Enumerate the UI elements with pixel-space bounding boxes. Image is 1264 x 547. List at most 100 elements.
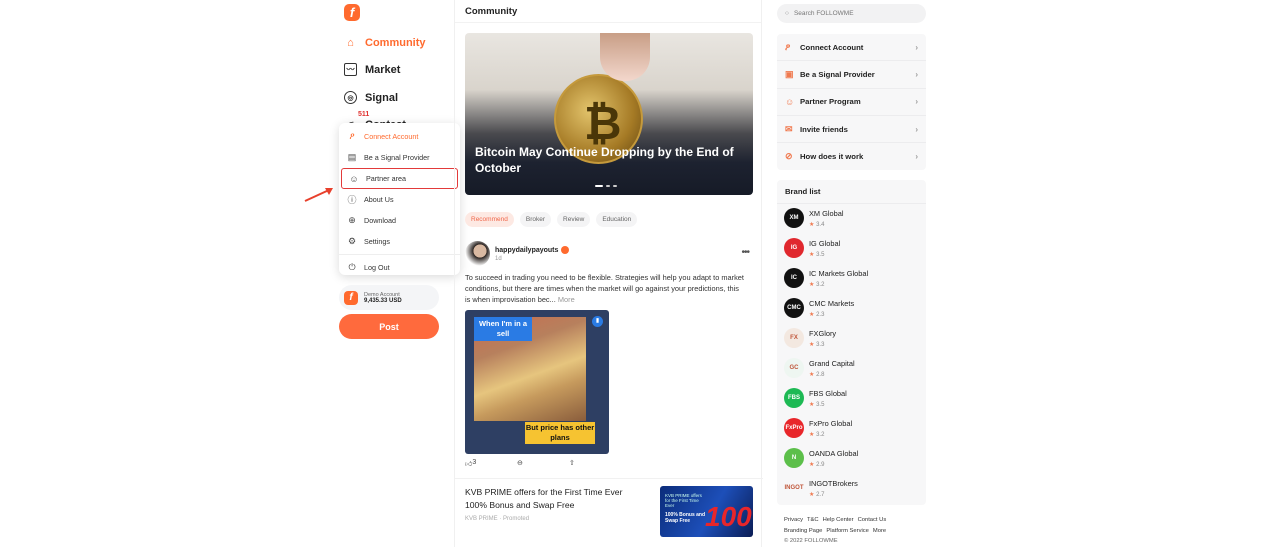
star-icon: ★ bbox=[809, 432, 815, 438]
power-icon: ⏻ bbox=[348, 262, 356, 272]
followme-logo[interactable]: f bbox=[344, 4, 360, 21]
document-icon: ▤ bbox=[347, 152, 357, 162]
footer-help-center[interactable]: Help Center bbox=[823, 517, 854, 523]
quick-link-connect-account[interactable]: ዖ Connect Account › bbox=[777, 34, 926, 62]
demo-account-balance: 9,435.33 USD bbox=[364, 297, 402, 304]
star-icon: ★ bbox=[809, 342, 815, 348]
brand-logo: FBS bbox=[784, 388, 804, 408]
menu-label: About Us bbox=[364, 195, 394, 204]
star-icon: ★ bbox=[809, 492, 815, 498]
brand-list-title: Brand list bbox=[777, 180, 926, 204]
brand-item[interactable]: FX FXGlory ★ 3.3 bbox=[777, 324, 926, 354]
brand-item[interactable]: FxPro FxPro Global ★ 3.2 bbox=[777, 414, 926, 444]
brand-item[interactable]: CMC CMC Markets ★ 2.3 bbox=[777, 294, 926, 324]
promoted-tag: Promoted bbox=[503, 516, 530, 522]
menu-label: Be a Signal Provider bbox=[364, 153, 430, 162]
footer-more[interactable]: More bbox=[873, 528, 886, 534]
post-text: To succeed in trading you need to be fle… bbox=[465, 272, 745, 305]
menu-log-out[interactable]: ⏻ Log Out bbox=[339, 257, 460, 278]
info-icon: ⓘ bbox=[347, 195, 357, 205]
demo-account-card[interactable]: f Demo Account 9,435.33 USD bbox=[339, 285, 439, 310]
menu-connect-account[interactable]: ዖ Connect Account bbox=[339, 126, 460, 147]
brand-item[interactable]: GC Grand Capital ★ 2.8 bbox=[777, 354, 926, 384]
post-button[interactable]: Post bbox=[339, 314, 439, 339]
crown-badge-icon bbox=[561, 246, 570, 254]
chevron-right-icon: › bbox=[915, 69, 918, 79]
quick-link-invite-friends[interactable]: ✉ Invite friends › bbox=[777, 116, 926, 144]
post-time: 1d bbox=[495, 256, 502, 262]
meme-top-caption: When I'm in a sell bbox=[474, 317, 532, 341]
search-input[interactable]: ○ Search FOLLOWME bbox=[777, 4, 926, 23]
menu-label: Settings bbox=[364, 237, 390, 246]
brand-logo: INGOT bbox=[784, 478, 804, 498]
menu-be-signal-provider[interactable]: ▤ Be a Signal Provider bbox=[339, 147, 460, 168]
promo-image[interactable]: KVB PRIME offers for the First Time Ever… bbox=[660, 486, 753, 537]
featured-banner[interactable]: ₿ Bitcoin May Continue Dropping by the E… bbox=[465, 33, 753, 195]
footer: Privacy T&C Help Center Contact Us Branding… bbox=[784, 515, 890, 547]
post-username[interactable]: happydailypayouts bbox=[495, 246, 570, 254]
brand-rating: ★ 2.8 bbox=[809, 371, 824, 378]
rating-value: 3.5 bbox=[816, 252, 825, 258]
search-placeholder: Search FOLLOWME bbox=[793, 10, 854, 17]
nav-label: Market bbox=[365, 63, 401, 76]
footer-platform-service[interactable]: Platform Service bbox=[826, 528, 869, 534]
nav-market[interactable]: 〰 Market bbox=[344, 63, 400, 76]
post-body: To succeed in trading you need to be fle… bbox=[465, 273, 744, 304]
post-image[interactable]: When I'm in a sell But price has other p… bbox=[465, 310, 609, 454]
rating-value: 2.8 bbox=[816, 372, 825, 378]
post-header: happydailypayouts 1d ••• bbox=[465, 241, 753, 267]
meme-bottom-caption: But price has other plans bbox=[525, 422, 595, 444]
quick-link-be-a-signal-provider[interactable]: ▣ Be a Signal Provider › bbox=[777, 61, 926, 89]
brand-item[interactable]: IG IG Global ★ 3.5 bbox=[777, 234, 926, 264]
brand-item[interactable]: XM XM Global ★ 3.4 bbox=[777, 204, 926, 234]
quick-link-partner-program[interactable]: ☺ Partner Program › bbox=[777, 89, 926, 116]
brand-rating: ★ 3.5 bbox=[809, 251, 824, 258]
brand-rating: ★ 3.4 bbox=[809, 221, 824, 228]
menu-divider bbox=[339, 254, 460, 255]
brand-item[interactable]: FBS FBS Global ★ 3.5 bbox=[777, 384, 926, 414]
link-label: Be a Signal Provider bbox=[800, 69, 875, 79]
main-feed: Community ₿ Bitcoin May Continue Droppin… bbox=[454, 0, 763, 547]
brand-item[interactable]: N OANDA Global ★ 2.9 bbox=[777, 444, 926, 474]
footer-privacy[interactable]: Privacy bbox=[784, 517, 803, 523]
menu-partner-area[interactable]: ☺ Partner area bbox=[341, 168, 458, 189]
promo-title[interactable]: KVB PRIME offers for the First Time Ever… bbox=[465, 486, 645, 511]
tab-broker[interactable]: Broker bbox=[519, 212, 552, 227]
carousel-indicator[interactable] bbox=[595, 185, 617, 187]
like-button[interactable]: 👍︎ 3 bbox=[465, 459, 476, 468]
page-title: Community bbox=[455, 0, 761, 23]
avatar[interactable] bbox=[465, 241, 490, 266]
footer-contact-us[interactable]: Contact Us bbox=[858, 517, 887, 523]
footer-branding-page[interactable]: Branding Page bbox=[784, 528, 822, 534]
brand-logo: N bbox=[784, 448, 804, 468]
nav-signal[interactable]: ◎ Signal bbox=[344, 91, 398, 104]
tab-education[interactable]: Education bbox=[596, 212, 638, 227]
contest-badge: 511 bbox=[358, 111, 370, 118]
brand-rating: ★ 3.2 bbox=[809, 431, 824, 438]
brand-item[interactable]: INGOT INGOTBrokers ★ 2.7 bbox=[777, 474, 926, 504]
menu-download[interactable]: ⊕ Download bbox=[339, 210, 460, 231]
share-icon[interactable]: ⇧ bbox=[569, 459, 575, 467]
brand-item[interactable]: IC IC Markets Global ★ 3.2 bbox=[777, 264, 926, 294]
download-icon: ⊕ bbox=[348, 215, 356, 225]
rating-value: 2.3 bbox=[816, 312, 825, 318]
menu-about-us[interactable]: ⓘ About Us bbox=[339, 189, 460, 210]
more-options-icon[interactable]: ••• bbox=[741, 247, 749, 258]
brand-logo: CMC bbox=[784, 298, 804, 318]
menu-label: Partner area bbox=[366, 174, 406, 183]
gear-icon: ⚙ bbox=[347, 236, 357, 246]
comment-icon[interactable]: ⊖ bbox=[517, 459, 523, 467]
brand-name: FBS Global bbox=[809, 389, 847, 398]
footer-tc[interactable]: T&C bbox=[807, 517, 819, 523]
rating-value: 2.7 bbox=[816, 492, 825, 498]
tab-review[interactable]: Review bbox=[557, 212, 591, 227]
menu-settings[interactable]: ⚙ Settings bbox=[339, 231, 460, 252]
nav-community[interactable]: ⌂ Community bbox=[344, 36, 425, 49]
username-text: happydailypayouts bbox=[495, 246, 559, 254]
tab-recommend[interactable]: Recommend bbox=[465, 212, 514, 227]
read-more-link[interactable]: More bbox=[558, 295, 575, 304]
brand-rating: ★ 2.3 bbox=[809, 311, 824, 318]
link-label: Partner Program bbox=[800, 97, 861, 107]
quick-link-how-does-it-work[interactable]: ⊘ How does it work › bbox=[777, 143, 926, 170]
promo-image-subtitle: KVB PRIME offers for the First Time Ever bbox=[665, 493, 702, 508]
